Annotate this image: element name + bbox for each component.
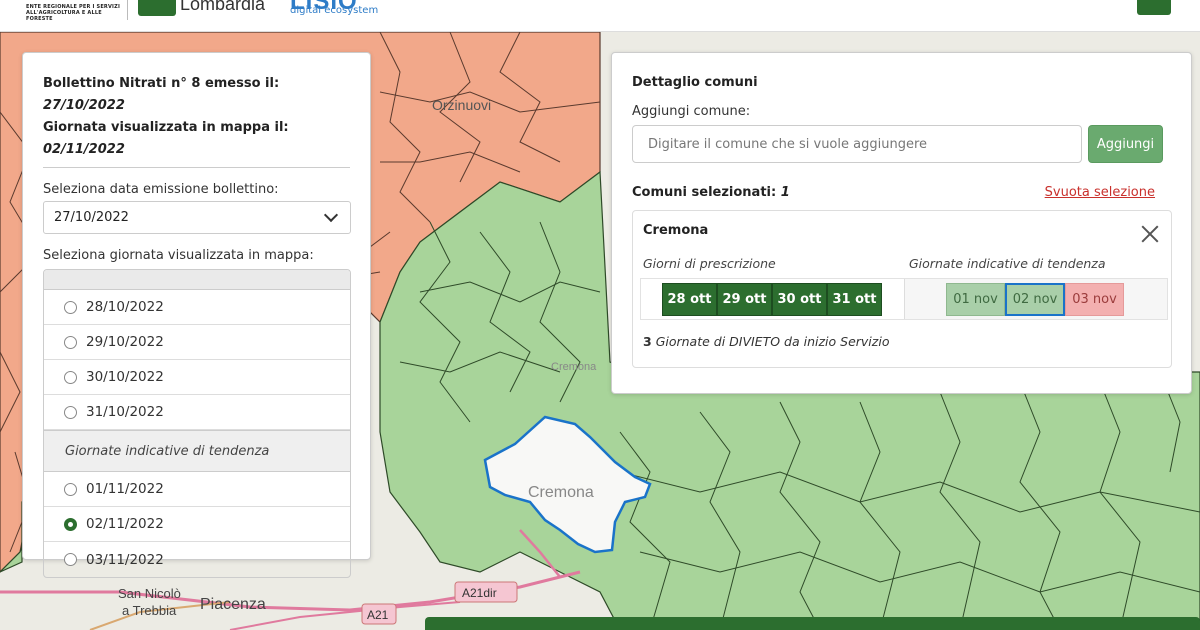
day-option-label: 02/11/2022 [86, 516, 164, 532]
day-option-label: 01/11/2022 [86, 481, 164, 497]
day-option-02-11[interactable]: 02/11/2022 [44, 507, 350, 542]
selected-count-value: 1 [780, 185, 790, 200]
day-option-label: 03/11/2022 [86, 551, 164, 568]
day-option-30-10[interactable]: 30/10/2022 [44, 360, 350, 395]
date-select-label: Seleziona data emissione bollettino: [43, 182, 279, 197]
add-comune-row: Digitare il comune che si vuole aggiunge… [632, 125, 1171, 163]
comune-name: Cremona [643, 223, 709, 238]
day-radio-list: 28/10/2022 29/10/2022 30/10/2022 31/10/2… [43, 269, 351, 578]
label-cremona-small: Cremona [551, 361, 597, 373]
bulletin-shown-date: 02/11/2022 [43, 142, 125, 157]
label-orzinuovi: Orzinuovi [432, 97, 491, 113]
region-name: Lombardia [180, 0, 266, 14]
bulletin-shown-line: Giornata visualizzata in mappa il: 02/11… [43, 117, 350, 161]
prescription-day-badge: 31 ott [827, 282, 882, 316]
divieto-summary: 3 Giornate di DIVIETO da inizio Servizio [643, 334, 1161, 349]
day-option-label: 30/10/2022 [86, 369, 164, 385]
divieto-text: Giornate di DIVIETO da inizio Servizio [655, 334, 890, 349]
clear-selection-link[interactable]: Svuota selezione [1045, 185, 1155, 200]
prescription-day-badge: 28 ott [662, 282, 717, 316]
trend-day-badge: 03 nov [1065, 282, 1124, 316]
selected-row: Comuni selezionati: 1 Svuota selezione [632, 185, 1171, 200]
trend-day-badge-selected: 02 nov [1005, 282, 1065, 316]
day-option-29-10[interactable]: 29/10/2022 [44, 325, 350, 360]
radio-icon[interactable] [64, 405, 77, 419]
day-select-label: Seleziona giornata visualizzata in mappa… [43, 248, 314, 263]
label-san-nicolo: San Nicolò [118, 586, 181, 601]
header-divider [127, 0, 128, 20]
prescription-day-badge: 30 ott [772, 282, 827, 316]
radio-icon[interactable] [64, 482, 77, 496]
day-option-label: 29/10/2022 [86, 334, 164, 350]
bulletin-date-select[interactable]: 27/10/2022 [43, 201, 351, 234]
selected-count-label: Comuni selezionati: [632, 185, 777, 200]
radio-icon[interactable] [64, 370, 77, 384]
radio-list-header [44, 270, 350, 290]
bulletin-issued-line: Bollettino Nitrati n° 8 emesso il: 27/10… [43, 73, 350, 117]
divieto-count: 3 [643, 334, 652, 349]
bulletin-shown-label: Giornata visualizzata in mappa il: [43, 120, 289, 135]
radio-selected-icon[interactable] [64, 517, 77, 531]
day-option-label: 28/10/2022 [86, 299, 164, 315]
divider [43, 167, 350, 168]
trend-days-heading: Giornate indicative di tendenza [44, 430, 350, 472]
add-comune-button[interactable]: Aggiungi [1088, 125, 1163, 163]
ersaf-logo-text: ENTE REGIONALE PER I SERVIZI ALL'AGRICOL… [26, 4, 120, 22]
day-option-03-11[interactable]: 03/11/2022 [44, 542, 350, 577]
card-column-headings: Giorni di prescrizione Giornate indicati… [643, 256, 1161, 271]
trend-days: 01 nov 02 nov 03 nov [905, 279, 1124, 319]
comuni-detail-panel: Dettaglio comuni Aggiungi comune: Digita… [611, 52, 1192, 394]
bulletin-issued-date: 27/10/2022 [43, 98, 125, 113]
prescription-day-badge: 29 ott [717, 282, 772, 316]
day-option-31-10[interactable]: 31/10/2022 [44, 395, 350, 430]
label-cremona: Cremona [528, 484, 594, 501]
comune-search-input[interactable]: Digitare il comune che si vuole aggiunge… [632, 125, 1082, 163]
detail-title: Dettaglio comuni [632, 75, 758, 90]
bulletin-date-value: 27/10/2022 [54, 210, 129, 225]
day-option-01-11[interactable]: 01/11/2022 [44, 472, 350, 507]
top-header: ENTE REGIONALE PER I SERVIZI ALL'AGRICOL… [0, 0, 1200, 32]
label-a21: A21 [367, 608, 389, 622]
selected-count: Comuni selezionati: 1 [632, 185, 790, 200]
day-option-28-10[interactable]: 28/10/2022 [44, 290, 350, 325]
add-comune-label: Aggiungi comune: [632, 104, 751, 119]
prescription-days: 28 ott 29 ott 30 ott 31 ott [641, 279, 905, 319]
bulletin-issued-label: Bollettino Nitrati n° 8 emesso il: [43, 76, 280, 91]
ecosystem-subtitle: digital ecosystem [290, 5, 379, 16]
trend-day-badge: 01 nov [946, 282, 1005, 316]
bulletin-panel: Bollettino Nitrati n° 8 emesso il: 27/10… [22, 52, 371, 578]
lombardia-logo-icon [138, 0, 176, 16]
close-icon[interactable] [1141, 225, 1159, 243]
trend-heading: Giornate indicative di tendenza [909, 256, 1106, 271]
label-piacenza: Piacenza [200, 596, 266, 613]
label-a21dir: A21dir [462, 586, 497, 600]
bottom-action-bar[interactable] [425, 617, 1200, 630]
header-action-button[interactable] [1137, 0, 1171, 15]
radio-icon[interactable] [64, 335, 77, 349]
comune-card: Cremona Giorni di prescrizione Giornate … [632, 210, 1172, 368]
label-a-trebbia: a Trebbia [122, 603, 177, 618]
day-option-label: 31/10/2022 [86, 404, 164, 420]
radio-icon[interactable] [64, 300, 77, 314]
day-badges-row: 28 ott 29 ott 30 ott 31 ott 01 nov 02 no… [640, 278, 1168, 320]
prescription-heading: Giorni di prescrizione [643, 256, 776, 271]
chevron-down-icon [323, 207, 339, 223]
radio-icon[interactable] [64, 553, 77, 566]
